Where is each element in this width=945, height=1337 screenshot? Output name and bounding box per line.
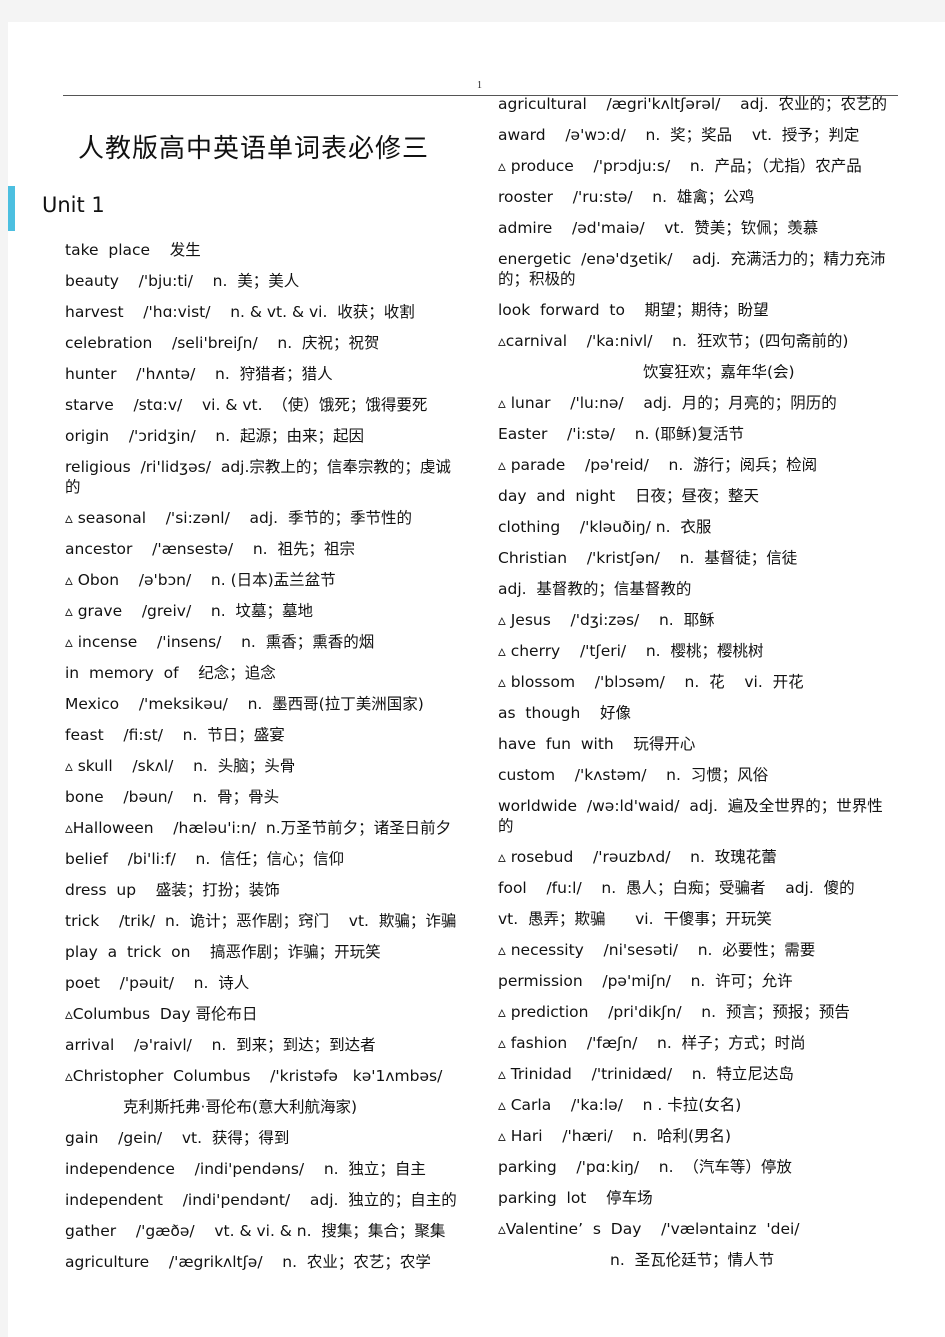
vocabulary-entry: ▵Valentine’ s Day /'væləntainz 'dei/ (498, 1220, 800, 1238)
vocabulary-entry: as though 好像 (498, 704, 632, 722)
vocabulary-entry: ▵ lunar /'lu:nə/ adj. 月的；月亮的；阴历的 (498, 394, 837, 412)
vocabulary-entry: parking /'pɑ:kiŋ/ n. （汽车等）停放 (498, 1158, 792, 1176)
vocabulary-entry: bone /bəun/ n. 骨；骨头 (65, 788, 280, 806)
vocabulary-entry: energetic /enə'dʒetik/ adj. 充满活力的；精力充沛的；… (498, 250, 886, 288)
vocabulary-entry: in memory of 纪念；追念 (65, 664, 276, 682)
vocabulary-entry: poet /'pəuit/ n. 诗人 (65, 974, 250, 992)
vocabulary-entry: independent /indi'pendənt/ adj. 独立的；自主的 (65, 1191, 457, 1209)
vocabulary-entry: ▵ seasonal /'si:zənl/ adj. 季节的；季节性的 (65, 509, 412, 527)
vocabulary-entry: religious /ri'lidʒəs/ adj.宗教上的；信奉宗教的；虔诚的 (65, 458, 451, 496)
document-title: 人教版高中英语单词表必修三 (78, 134, 430, 164)
vocabulary-entry: ancestor /'ænsestə/ n. 祖先；祖宗 (65, 540, 355, 558)
vocabulary-entry: worldwide /wə:ld'waid/ adj. 遍及全世界的；世界性的 (498, 797, 883, 835)
vocabulary-entry: agriculture /'ægrikʌltʃə/ n. 农业；农艺；农学 (65, 1253, 431, 1271)
vocabulary-entry: celebration /seli'breiʃn/ n. 庆祝；祝贺 (65, 334, 380, 352)
vocabulary-entry: beauty /'bju:ti/ n. 美；美人 (65, 272, 300, 290)
vocabulary-entry: Mexico /'meksikəu/ n. 墨西哥(拉丁美洲国家) (65, 695, 424, 713)
vocabulary-entry: ▵ prediction /pri'dikʃn/ n. 预言；预报；预告 (498, 1003, 850, 1021)
vocabulary-entry: ▵ Trinidad /'trinidæd/ n. 特立尼达岛 (498, 1065, 794, 1083)
vocabulary-entry: starve /stɑ:v/ vi. & vt. （使）饿死；饿得要死 (65, 396, 428, 414)
vocabulary-entry: ▵ parade /pə'reid/ n. 游行；阅兵；检阅 (498, 456, 818, 474)
vocabulary-entry: ▵ incense /'insens/ n. 熏香；熏香的烟 (65, 633, 375, 651)
vocabulary-entry: day and night 日夜；昼夜；整天 (498, 487, 759, 505)
vocabulary-entry: ▵ rosebud /'rəuzbʌd/ n. 玫瑰花蕾 (498, 848, 777, 866)
unit-heading-accent-bar (8, 186, 15, 231)
vocabulary-entry: adj. 基督教的；信基督教的 (498, 580, 692, 598)
vocabulary-entry: trick /trik/ n. 诡计；恶作剧；窍门 vt. 欺骗；诈骗 (65, 912, 457, 930)
vocabulary-entry: custom /'kʌstəm/ n. 习惯；风俗 (498, 766, 769, 784)
vocabulary-entry: ▵ cherry /'tʃeri/ n. 樱桃；樱桃树 (498, 642, 764, 660)
vocabulary-entry: independence /indi'pendəns/ n. 独立；自主 (65, 1160, 426, 1178)
vocabulary-entry: ▵ blossom /'blɔsəm/ n. 花 vi. 开花 (498, 673, 804, 691)
vocabulary-entry: rooster /'ru:stə/ n. 雄禽；公鸡 (498, 188, 755, 206)
vocabulary-entry: award /ə'wɔ:d/ n. 奖；奖品 vt. 授予；判定 (498, 126, 860, 144)
vocabulary-entry: gain /gein/ vt. 获得；得到 (65, 1129, 290, 1147)
vocabulary-entry: feast /fi:st/ n. 节日；盛宴 (65, 726, 285, 744)
vocabulary-entry: Christian /'kristʃən/ n. 基督徒；信徒 (498, 549, 798, 567)
vocabulary-entry: take place 发生 (65, 241, 201, 259)
vocabulary-entry: ▵ necessity /ni'sesəti/ n. 必要性；需要 (498, 941, 816, 959)
vocabulary-entry: ▵ Hari /'hæri/ n. 哈利(男名) (498, 1127, 732, 1145)
vocabulary-entry: admire /əd'maiə/ vt. 赞美；钦佩；羡慕 (498, 219, 819, 237)
vocabulary-entry: permission /pə'miʃn/ n. 许可；允许 (498, 972, 793, 990)
vocabulary-entry: ▵Christopher Columbus /'kristəfə kə'1ʌmb… (65, 1067, 443, 1085)
vocabulary-entry: ▵Columbus Day 哥伦布日 (65, 1005, 258, 1023)
vocabulary-entry: vt. 愚弄；欺骗 vi. 干傻事；开玩笑 (498, 910, 772, 928)
vocabulary-entry: agricultural /ægri'kʌltʃərəl/ adj. 农业的；农… (498, 95, 888, 113)
vocabulary-entry: harvest /'hɑ:vist/ n. & vt. & vi. 收获；收割 (65, 303, 415, 321)
vocabulary-entry: ▵carnival /'ka:nivl/ n. 狂欢节；(四句斋前的) (498, 332, 849, 350)
vocabulary-entry: ▵ Jesus /'dʒi:zəs/ n. 耶稣 (498, 611, 715, 629)
vocabulary-entry: origin /'ɔridʒin/ n. 起源；由来；起因 (65, 427, 364, 445)
unit-heading: Unit 1 (42, 193, 105, 217)
vocabulary-column-left: take place 发生 beauty /'bju:ti/ n. 美；美人 har… (65, 240, 465, 1283)
vocabulary-entry: ▵ grave /greiv/ n. 坟墓；墓地 (65, 602, 313, 620)
vocabulary-entry: fool /fu:l/ n. 愚人；白痴；受骗者 adj. 傻的 (498, 879, 855, 897)
vocabulary-entry: ▵ produce /'prɔdju:s/ n. 产品；（尤指）农产品 (498, 157, 862, 175)
vocabulary-entry: belief /bi'li:f/ n. 信任；信心；信仰 (65, 850, 345, 868)
vocabulary-entry: hunter /'hʌntə/ n. 狩猎者；猎人 (65, 365, 333, 383)
vocabulary-entry: gather /'gæðə/ vt. & vi. & n. 搜集；集合；聚集 (65, 1222, 446, 1240)
vocabulary-entry: arrival /ə'raivl/ n. 到来；到达；到达者 (65, 1036, 376, 1054)
vocabulary-entry: look forward to 期望；期待；盼望 (498, 301, 769, 319)
vocabulary-entry-continuation: 饮宴狂欢；嘉年华(会) (643, 363, 795, 381)
vocabulary-entry: play a trick on 搞恶作剧；诈骗；开玩笑 (65, 943, 381, 961)
vocabulary-entry: clothing /'kləuðiŋ/ n. 衣服 (498, 518, 712, 536)
page-number: 1 (477, 80, 482, 91)
vocabulary-entry: ▵ Carla /'ka:lə/ n . 卡拉(女名) (498, 1096, 742, 1114)
vocabulary-entry-continuation: 克利斯托弗·哥伦布(意大利航海家) (123, 1098, 358, 1116)
vocabulary-entry: ▵Halloween /hæləu'i:n/ n.万圣节前夕；诸圣日前夕 (65, 819, 452, 837)
vocabulary-entry: ▵ skull /skʌl/ n. 头脑；头骨 (65, 757, 296, 775)
vocabulary-entry: parking lot 停车场 (498, 1189, 653, 1207)
vocabulary-entry: ▵ Obon /ə'bɔn/ n. (日本)盂兰盆节 (65, 571, 336, 589)
vocabulary-entry-continuation: n. 圣瓦伦廷节；情人节 (610, 1251, 775, 1269)
vocabulary-entry: have fun with 玩得开心 (498, 735, 696, 753)
vocabulary-entry: ▵ fashion /'fæʃn/ n. 样子；方式；时尚 (498, 1034, 806, 1052)
vocabulary-entry: dress up 盛装；打扮；装饰 (65, 881, 280, 899)
vocabulary-entry: Easter /'i:stə/ n. (耶稣)复活节 (498, 425, 744, 443)
vocabulary-column-right: agricultural /ægri'kʌltʃərəl/ adj. 农业的；农… (498, 94, 893, 1281)
